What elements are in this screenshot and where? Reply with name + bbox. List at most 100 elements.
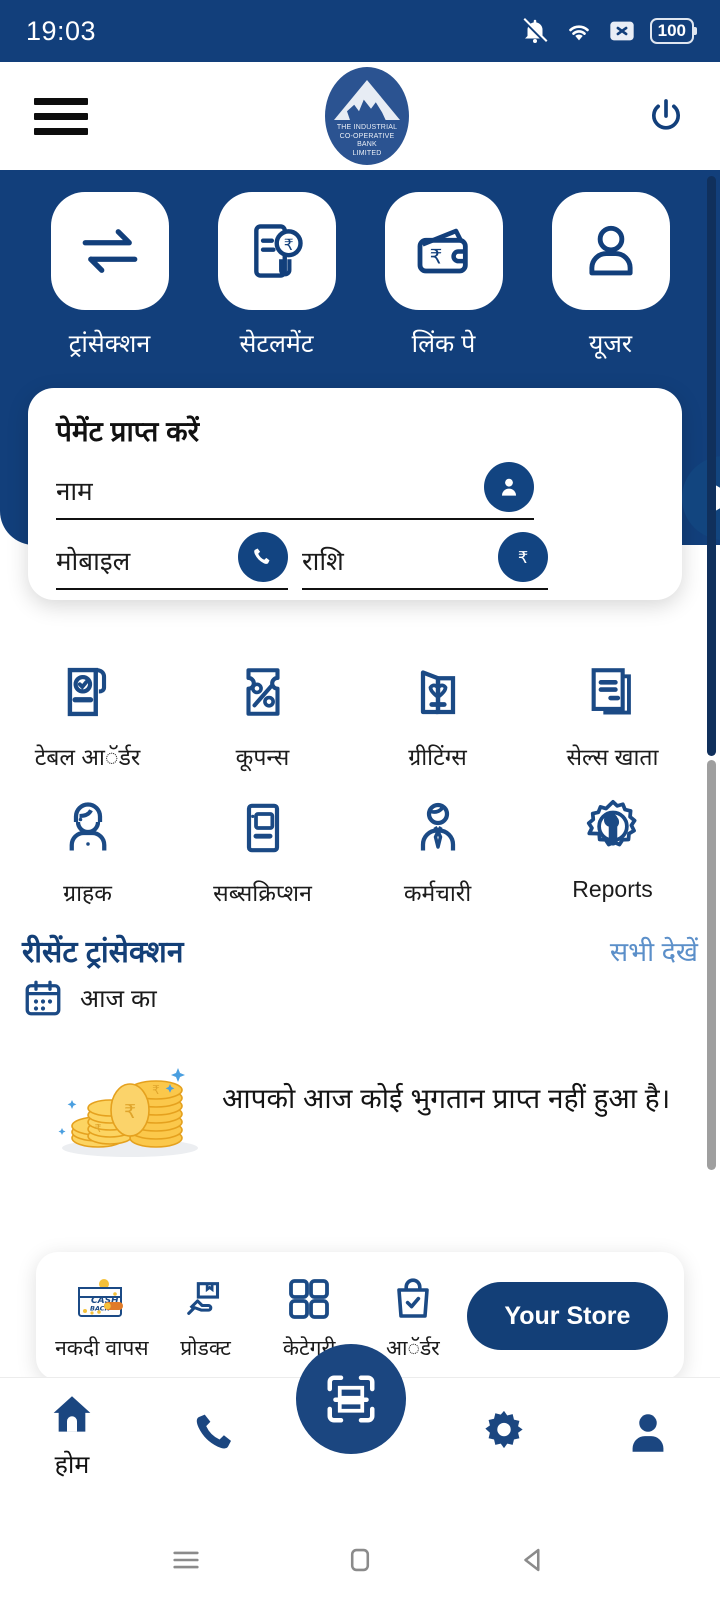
phone-icon — [196, 1414, 231, 1448]
service-label: सेल्स खाता — [566, 744, 659, 770]
nav-label: होम — [54, 1450, 90, 1479]
nav-item-profile[interactable] — [588, 1408, 708, 1463]
service-sales-ledger[interactable]: सेल्स खाता — [525, 650, 700, 772]
transfer-arrows-icon — [50, 192, 169, 310]
app-header: THE INDUSTRIAL CO-OPERATIVE BANK LIMITED — [0, 62, 720, 170]
amount-field[interactable]: राशि ₹ — [302, 532, 548, 590]
invoice-rupee-icon: ₹ — [217, 192, 336, 310]
qr-scan-button[interactable] — [296, 1344, 406, 1454]
quick-action-label: ट्रांसेक्शन — [68, 330, 151, 358]
receive-payment-card: पेमेंट प्राप्त करें नाम मोबाइल राशि ₹ — [28, 388, 720, 600]
svg-text:₹: ₹ — [95, 1122, 102, 1135]
bank-logo: THE INDUSTRIAL CO-OPERATIVE BANK LIMITED — [325, 67, 409, 165]
see-all-link[interactable]: सभी देखें — [610, 932, 698, 969]
svg-text:₹: ₹ — [152, 1083, 160, 1097]
nav-item-settings[interactable] — [444, 1407, 564, 1464]
bell-muted-icon — [522, 18, 548, 44]
empty-state-message: आपको आज कोई भुगतान प्राप्त नहीं हुआ है। — [222, 1083, 671, 1114]
wallet-rupee-icon: ₹ — [384, 192, 503, 310]
phone-circle-icon[interactable] — [238, 532, 288, 582]
rupee-circle-icon[interactable]: ₹ — [498, 532, 548, 582]
quick-action-user[interactable]: यूजर — [541, 192, 681, 360]
service-label: ग्राहक — [63, 880, 112, 906]
hamburger-menu-icon[interactable] — [34, 90, 88, 143]
store-item-label: प्रोडक्ट — [180, 1337, 231, 1360]
name-placeholder: नाम — [56, 476, 93, 506]
service-coupons[interactable]: कूपन्स — [175, 650, 350, 772]
android-navigation-bar — [0, 1507, 720, 1612]
service-customer[interactable]: ग्राहक — [0, 786, 175, 908]
table-order-icon — [0, 650, 175, 734]
wifi-icon — [568, 25, 589, 41]
person-circle-icon[interactable] — [484, 462, 534, 512]
customer-icon — [0, 786, 175, 870]
page-scrollbar-thumb[interactable] — [707, 176, 716, 756]
name-field[interactable]: नाम — [56, 462, 534, 520]
logo-line-4: LIMITED — [352, 149, 382, 157]
today-label: आज का — [80, 985, 157, 1013]
svg-text:₹: ₹ — [518, 548, 528, 567]
grid-squares-icon — [259, 1270, 359, 1328]
back-triangle-icon[interactable] — [517, 1543, 551, 1577]
status-bar-clock: 19:03 — [26, 15, 97, 46]
svg-text:₹: ₹ — [283, 236, 293, 254]
battery-indicator: 100 — [649, 18, 698, 44]
mobile-field[interactable]: मोबाइल — [56, 532, 288, 590]
store-item-product[interactable]: प्रोडक्ट — [156, 1270, 256, 1362]
quick-action-linkpay[interactable]: ₹ लिंक पे — [374, 192, 514, 360]
profile-person-icon — [632, 1413, 664, 1452]
store-item-order[interactable]: आॅर्डर — [363, 1270, 463, 1362]
home-square-icon[interactable] — [343, 1543, 377, 1577]
home-icon — [53, 1395, 91, 1432]
your-store-button[interactable]: Your Store — [466, 1282, 669, 1350]
logo-line-2: CO-OPERATIVE — [339, 132, 395, 140]
svg-text:₹: ₹ — [124, 1101, 136, 1123]
today-filter[interactable]: आज का — [22, 977, 698, 1019]
cashback-wallet-icon: CASH BACK — [52, 1270, 152, 1328]
service-greetings[interactable]: ग्रीटिंग्स — [350, 650, 525, 772]
coin-stack-icon: ₹ ₹ ₹ — [58, 1068, 198, 1157]
user-icon — [551, 192, 670, 310]
store-item-cashback[interactable]: CASH BACK नकदी वापस — [52, 1270, 152, 1362]
coupon-percent-icon — [175, 650, 350, 734]
quick-action-settlement[interactable]: ₹ सेटलमेंट — [207, 192, 347, 360]
mobile-amount-row: मोबाइल राशि ₹ — [56, 532, 654, 590]
hand-package-icon — [156, 1270, 256, 1328]
subscription-device-icon — [175, 786, 350, 870]
page-scrollbar-track[interactable] — [707, 760, 716, 1170]
service-reports[interactable]: Reports — [525, 786, 700, 908]
nav-item-call[interactable] — [156, 1408, 276, 1463]
service-table-order[interactable]: टेबल आॅर्डर — [0, 650, 175, 772]
quick-action-transaction[interactable]: ट्रांसेक्शन — [40, 192, 180, 360]
shopping-bag-check-icon — [363, 1270, 463, 1328]
qr-scan-icon — [327, 1375, 375, 1423]
status-bar: 19:03 100 — [0, 0, 720, 62]
service-label: टेबल आॅर्डर — [34, 744, 141, 770]
logo-line-1: THE INDUSTRIAL — [336, 124, 398, 131]
x-box-icon — [609, 21, 634, 41]
service-label: सब्सक्रिप्शन — [213, 880, 312, 906]
receive-payment-title: पेमेंट प्राप्त करें — [56, 416, 200, 447]
nav-item-home[interactable]: होम — [12, 1390, 132, 1481]
quick-action-label: लिंक पे — [411, 330, 476, 358]
service-label: कूपन्स — [235, 744, 290, 770]
app-screen: 19:03 100 THE INDUSTRIAL CO-OPERATIVE BA… — [0, 0, 720, 1612]
power-icon[interactable] — [646, 96, 686, 136]
recent-transactions-title: रीसेंट ट्रांसेक्शन — [22, 936, 184, 969]
recent-transactions-section: रीसेंट ट्रांसेक्शन सभी देखें आज का — [0, 930, 720, 1019]
service-employee[interactable]: कर्मचारी — [350, 786, 525, 908]
recent-apps-icon[interactable] — [169, 1543, 203, 1577]
logo-line-3: BANK — [357, 141, 377, 148]
quick-action-label: यूजर — [588, 330, 633, 358]
service-label: कर्मचारी — [403, 880, 472, 906]
empty-state: ₹ ₹ ₹ आपको आज कोई भुगतान प्राप्त नहीं हु… — [0, 1040, 720, 1158]
services-grid: टेबल आॅर्डर कूपन्स ग्रीटिंग्स सेल्स खाता… — [0, 650, 700, 908]
employee-tie-icon — [350, 786, 525, 870]
store-item-label: नकदी वापस — [55, 1337, 149, 1360]
recent-header: रीसेंट ट्रांसेक्शन सभी देखें — [22, 930, 698, 971]
quick-actions-row: ट्रांसेक्शन ₹ सेटलमेंट ₹ लिंक पे यूजर — [0, 170, 720, 360]
battery-level: 100 — [657, 21, 686, 40]
name-field-row: नाम — [56, 456, 720, 540]
service-subscription[interactable]: सब्सक्रिप्शन — [175, 786, 350, 908]
service-label: Reports — [572, 876, 653, 902]
